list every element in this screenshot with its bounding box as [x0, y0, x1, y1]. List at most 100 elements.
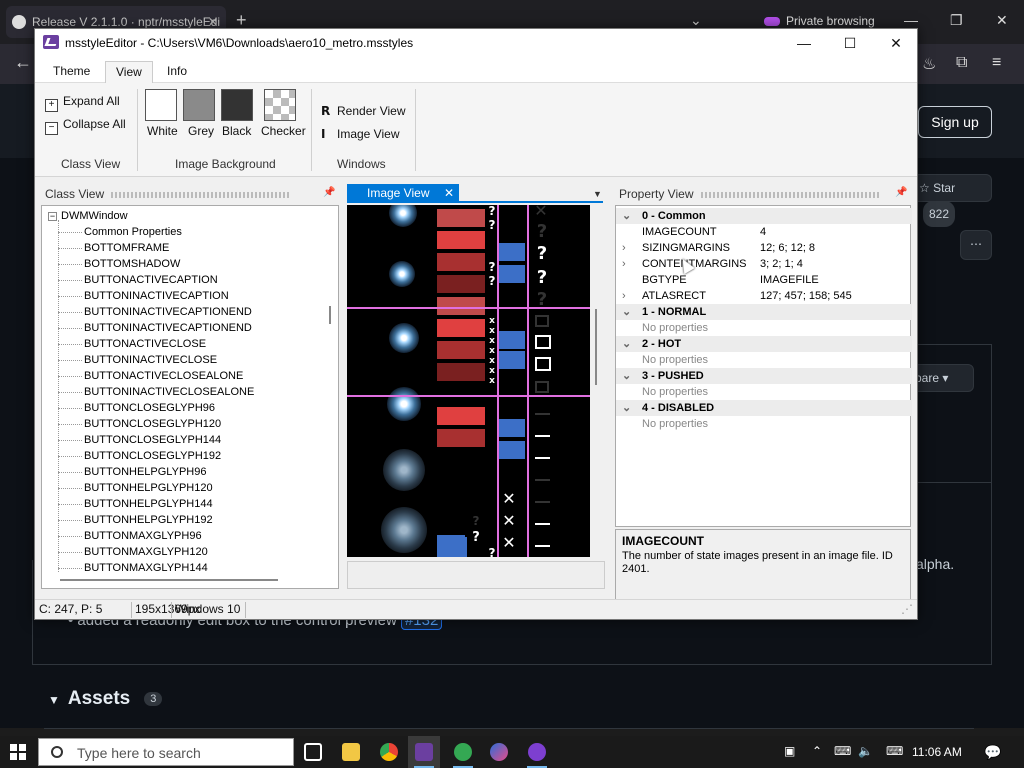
- image-view-tab[interactable]: Image View ✕: [347, 184, 459, 202]
- tree-item[interactable]: BUTTONINACTIVECAPTIONEND: [84, 320, 252, 336]
- notification-badge-icon[interactable]: ▣: [784, 744, 795, 758]
- resize-grip-icon[interactable]: ⋰: [901, 600, 913, 618]
- tab-dropdown-icon[interactable]: ▼: [593, 189, 602, 199]
- network-icon[interactable]: ⌨: [834, 744, 851, 758]
- tray-chevron-icon[interactable]: ⌃: [812, 744, 822, 758]
- property-category-state[interactable]: ⌄ 4 - DISABLED: [616, 400, 912, 416]
- property-category-common[interactable]: ⌄ 0 - Common: [616, 208, 912, 224]
- image-preview-canvas[interactable]: ???? x x x x x x x??? ✕???? ✕ ✕ ✕: [347, 205, 590, 557]
- menu-icon[interactable]: ≡: [992, 54, 1001, 72]
- tree-item[interactable]: BUTTONHELPGLYPH192: [84, 512, 213, 528]
- tree-item[interactable]: BUTTONINACTIVECLOSE: [84, 352, 217, 368]
- taskbar-clock[interactable]: 11:06 AM: [912, 745, 962, 759]
- tree-item[interactable]: BUTTONINACTIVECAPTIONEND: [84, 304, 252, 320]
- taskbar-search-box[interactable]: Type here to search: [38, 738, 294, 766]
- property-category-state[interactable]: ⌄ 3 - PUSHED: [616, 368, 912, 384]
- tree-item[interactable]: BUTTONCLOSEGLYPH144: [84, 432, 221, 448]
- star-button[interactable]: ☆ Star822: [912, 174, 992, 227]
- render-view-button[interactable]: R Render View: [321, 101, 405, 121]
- browser-minimize-icon[interactable]: —: [904, 12, 918, 28]
- task-view-icon[interactable]: [304, 743, 322, 761]
- extensions-puzzle-icon[interactable]: ⧉: [956, 54, 967, 72]
- tree-item[interactable]: BUTTONHELPGLYPH120: [84, 480, 213, 496]
- bg-black-swatch[interactable]: [221, 89, 253, 121]
- tree-item[interactable]: Common Properties: [84, 224, 182, 240]
- tree-item[interactable]: BUTTONACTIVECLOSE: [84, 336, 206, 352]
- file-explorer-icon[interactable]: [342, 743, 360, 761]
- class-view-scrollbar[interactable]: [329, 306, 331, 324]
- expand-all-button[interactable]: + Expand All: [45, 91, 120, 112]
- windows-start-icon[interactable]: [10, 744, 26, 760]
- image-view-scrollbar[interactable]: [595, 309, 597, 385]
- property-row[interactable]: IMAGECOUNT 4: [616, 224, 912, 240]
- chrome-alt-icon[interactable]: [454, 743, 472, 761]
- property-grid[interactable]: ⌄ 0 - Common IMAGECOUNT 4 › SIZINGMARGINS 12; …: [615, 205, 912, 527]
- maximize-icon[interactable]: ☐: [827, 32, 873, 54]
- window-titlebar[interactable]: msstyleEditor - C:\Users\VM6\Downloads\a…: [35, 29, 917, 57]
- browser-close-icon[interactable]: ✕: [996, 12, 1008, 29]
- pin-icon[interactable]: 📌: [895, 187, 907, 198]
- property-row[interactable]: › CONTENTMARGINS 3; 2; 1; 4: [616, 256, 912, 272]
- property-category-state[interactable]: ⌄ 2 - HOT: [616, 336, 912, 352]
- property-row[interactable]: › SIZINGMARGINS 12; 6; 12; 8: [616, 240, 912, 256]
- minimize-glyph-image: [535, 523, 550, 525]
- class-view-hscrollbar[interactable]: [60, 579, 278, 581]
- bg-checker-swatch[interactable]: [264, 89, 296, 121]
- compare-button[interactable]: pare ▾: [910, 364, 974, 392]
- action-center-icon[interactable]: 💬: [984, 744, 1001, 761]
- property-category-state[interactable]: ⌄ 1 - NORMAL: [616, 304, 912, 320]
- tab-list-chevron-icon[interactable]: ⌄: [690, 12, 702, 29]
- extension-flame-icon[interactable]: ♨: [922, 54, 936, 74]
- tree-item[interactable]: BUTTONACTIVECLOSEALONE: [84, 368, 243, 384]
- tree-item[interactable]: BOTTOMFRAME: [84, 240, 169, 256]
- close-image-view-icon[interactable]: ✕: [444, 184, 454, 202]
- class-view-header[interactable]: Class View: [45, 186, 331, 203]
- description-text: The number of state images present in an…: [622, 550, 893, 575]
- back-arrow-icon[interactable]: ←: [14, 52, 32, 73]
- tree-item[interactable]: BUTTONHELPGLYPH144: [84, 496, 213, 512]
- bg-white-swatch[interactable]: [145, 89, 177, 121]
- tree-item[interactable]: BUTTONINACTIVECAPTION: [84, 288, 229, 304]
- volume-icon[interactable]: 🔈: [858, 744, 873, 758]
- tree-item[interactable]: BUTTONINACTIVECLOSEALONE: [84, 384, 254, 400]
- release-box-bottom: [32, 664, 992, 665]
- tree-item[interactable]: BUTTONCLOSEGLYPH192: [84, 448, 221, 464]
- close-glyph-small-image: x: [489, 376, 495, 386]
- property-row[interactable]: BGTYPE IMAGEFILE: [616, 272, 912, 288]
- red-state-image: [437, 275, 485, 293]
- property-row[interactable]: › ATLASRECT 127; 457; 158; 545: [616, 288, 912, 304]
- minimize-icon[interactable]: —: [781, 32, 827, 54]
- tab-info[interactable]: Info: [157, 61, 197, 83]
- tree-item[interactable]: BUTTONMAXGLYPH96: [84, 528, 202, 544]
- tree-item[interactable]: BUTTONACTIVECAPTION: [84, 272, 218, 288]
- bg-grey-swatch[interactable]: [183, 89, 215, 121]
- keyboard-icon[interactable]: ⌨: [886, 744, 903, 758]
- tree-item[interactable]: BUTTONCLOSEGLYPH96: [84, 400, 215, 416]
- collapse-all-button[interactable]: − Collapse All: [45, 114, 126, 135]
- browser-maximize-icon[interactable]: ❐: [950, 12, 963, 29]
- assets-heading[interactable]: ▼ Assets 3: [48, 688, 163, 710]
- tree-item[interactable]: BUTTONMAXGLYPH120: [84, 544, 208, 560]
- tree-root-dwmwindow[interactable]: − DWMWindow: [48, 210, 128, 222]
- msstyleeditor-taskbar-icon[interactable]: [415, 743, 433, 761]
- status-bar: C: 247, P: 5 195x1369px Windows 10 ⋰: [35, 599, 917, 619]
- close-icon[interactable]: ✕: [873, 32, 919, 54]
- image-view-button[interactable]: I Image View: [321, 124, 399, 144]
- expand-chevron-icon: ›: [622, 258, 626, 270]
- triangle-down-icon: ▼: [48, 693, 60, 707]
- tab-view[interactable]: View: [105, 61, 153, 83]
- tree-item[interactable]: BUTTONHELPGLYPH96: [84, 464, 206, 480]
- chrome-icon[interactable]: [380, 743, 398, 761]
- more-options-icon[interactable]: ⋯: [960, 230, 992, 260]
- sign-up-button[interactable]: Sign up: [918, 106, 992, 138]
- tab-theme[interactable]: Theme: [43, 61, 100, 83]
- tree-item[interactable]: BUTTONMAXGLYPH144: [84, 560, 208, 576]
- firefox-icon[interactable]: [490, 743, 508, 761]
- collapse-node-icon[interactable]: −: [48, 212, 57, 221]
- pin-icon[interactable]: 📌: [323, 187, 335, 198]
- tree-item[interactable]: BUTTONCLOSEGLYPH120: [84, 416, 221, 432]
- property-view-header[interactable]: Property View: [619, 186, 909, 203]
- class-view-tree[interactable]: − DWMWindow Common Properties BOTTOMFRAME B…: [41, 205, 339, 589]
- tree-item[interactable]: BOTTOMSHADOW: [84, 256, 180, 272]
- firefox-private-icon[interactable]: [528, 743, 546, 761]
